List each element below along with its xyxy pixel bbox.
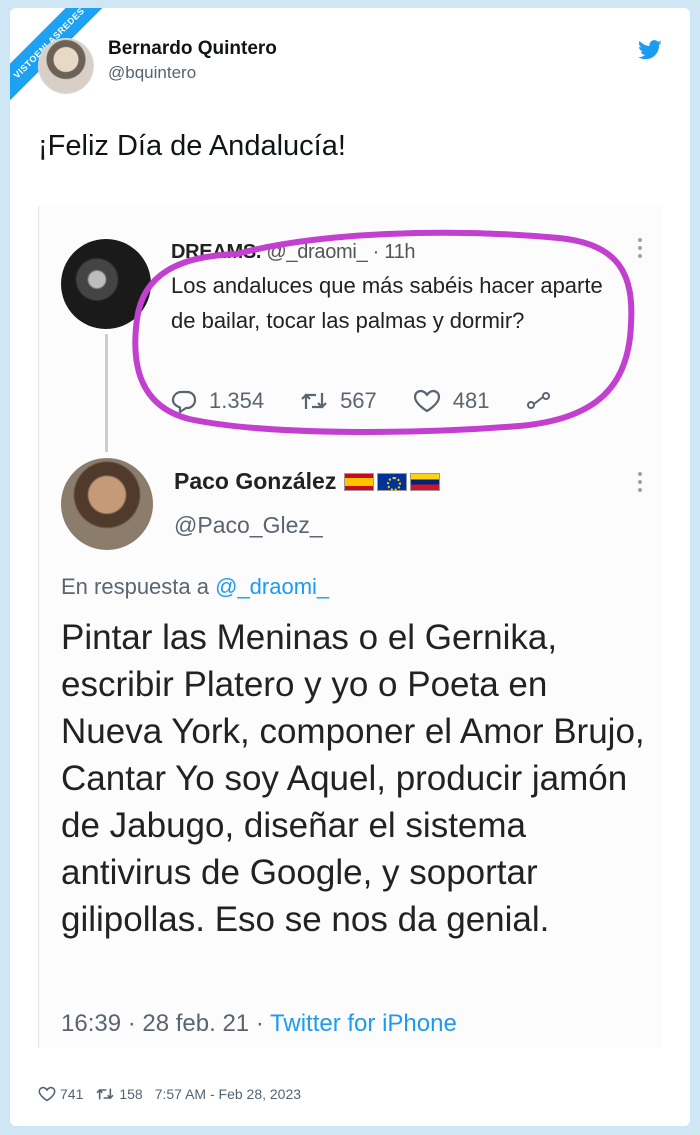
tweet-footer: 741 158 7:57 AM - Feb 28, 2023 xyxy=(38,1086,313,1102)
reply-count: 1.354 xyxy=(209,388,265,413)
quoted-name: DREAMS. xyxy=(171,241,262,263)
reply-meta: 16:39 · 28 feb. 21 · Twitter for iPhone xyxy=(61,1010,457,1038)
reply-header: Paco González xyxy=(174,468,443,495)
like-stat: 481 xyxy=(413,388,490,414)
more-icon xyxy=(637,238,643,262)
footer-timestamp[interactable]: 7:57 AM - Feb 28, 2023 xyxy=(155,1086,301,1102)
embedded-screenshot: DREAMS. @_draomi_ · 11h Los andaluces qu… xyxy=(38,206,662,1048)
reply-name: Paco González xyxy=(174,468,337,494)
reply-time: 16:39 · 28 feb. 21 · xyxy=(61,1010,271,1037)
author-handle[interactable]: @bquintero xyxy=(108,63,196,83)
flag-emojis xyxy=(344,472,443,491)
reply-to-handle: @_draomi_ xyxy=(215,574,330,599)
share-icon xyxy=(526,392,550,409)
retweet-icon xyxy=(301,393,327,409)
spain-flag-icon xyxy=(344,472,375,491)
like-icon xyxy=(413,389,440,413)
quoted-avatar xyxy=(61,239,151,329)
reply-text: Pintar las Meninas o el Gernika, escribi… xyxy=(61,618,645,939)
reply-icon xyxy=(171,390,197,413)
tweet-text: ¡Feliz Día de Andalucía! xyxy=(38,130,346,162)
retweet-count: 567 xyxy=(340,388,377,413)
reply-handle: @Paco_Glez_ xyxy=(174,512,323,538)
author-name[interactable]: Bernardo Quintero xyxy=(108,38,277,60)
venezuela-flag-icon xyxy=(410,472,441,491)
quoted-text: Los andaluces que más sabéis hacer apart… xyxy=(171,273,603,333)
retweet-stat: 567 xyxy=(300,388,377,414)
quoted-stats: 1.354 567 481 xyxy=(171,386,591,416)
like-count: 481 xyxy=(452,388,490,413)
reply-stat: 1.354 xyxy=(171,388,264,414)
quoted-handle-time: @_draomi_ · 11h xyxy=(266,241,416,263)
reply-to-line: En respuesta a @_draomi_ xyxy=(61,574,329,600)
thread-line xyxy=(105,334,108,452)
eu-flag-icon xyxy=(377,472,408,491)
reply-prefix: En respuesta a xyxy=(61,574,216,599)
like-icon xyxy=(38,1086,56,1102)
reply-source: Twitter for iPhone xyxy=(270,1010,457,1037)
footer-retweet[interactable]: 158 xyxy=(95,1086,143,1102)
tweet-card: VISTOENLASREDES Bernardo Quintero @bquin… xyxy=(10,8,690,1126)
more-icon xyxy=(637,472,643,496)
reply-avatar xyxy=(61,458,153,550)
twitter-bird-icon[interactable] xyxy=(638,40,662,60)
footer-retweet-count: 158 xyxy=(119,1086,143,1102)
quoted-header: DREAMS. @_draomi_ · 11h xyxy=(171,241,416,264)
retweet-icon xyxy=(96,1088,114,1100)
footer-like-count: 741 xyxy=(60,1086,84,1102)
footer-like[interactable]: 741 xyxy=(38,1086,83,1102)
author-avatar[interactable] xyxy=(38,38,94,94)
